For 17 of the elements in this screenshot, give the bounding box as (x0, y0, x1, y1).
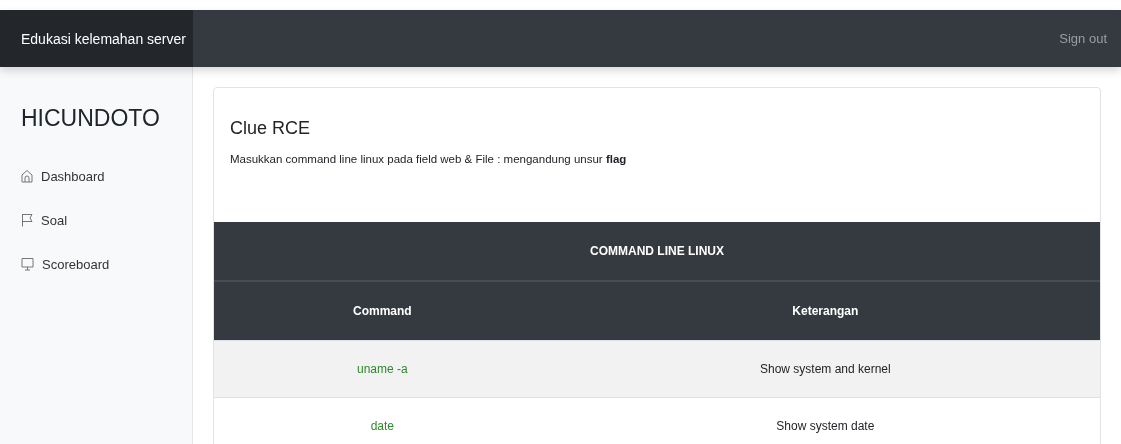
sidebar-title: HICUNDOTO (21, 105, 161, 132)
clue-text: Masukkan command line linux pada field web & File : mengandung unsur flag (230, 153, 628, 165)
sidebar-item[interactable]: Scoreboard (21, 242, 192, 286)
column-header: Keterangan (550, 281, 1100, 341)
sidebar-item[interactable]: Soal (21, 198, 192, 242)
card-title: Clue RCE (230, 118, 312, 139)
flag-icon (21, 213, 33, 227)
home-icon (21, 169, 33, 183)
table-cell: uname -a (214, 340, 551, 398)
table-cell: date (214, 397, 551, 444)
table-cell: Show system date (550, 397, 1100, 444)
column-header: Command (214, 281, 551, 341)
sign-out-link[interactable]: Sign out (1059, 31, 1107, 46)
sidebar-item[interactable]: Dashboard (21, 154, 192, 198)
table-caption: COMMAND LINE LINUX (214, 222, 1100, 281)
table-cell: Show system and kernel (550, 340, 1100, 398)
monitor-icon (21, 257, 34, 271)
